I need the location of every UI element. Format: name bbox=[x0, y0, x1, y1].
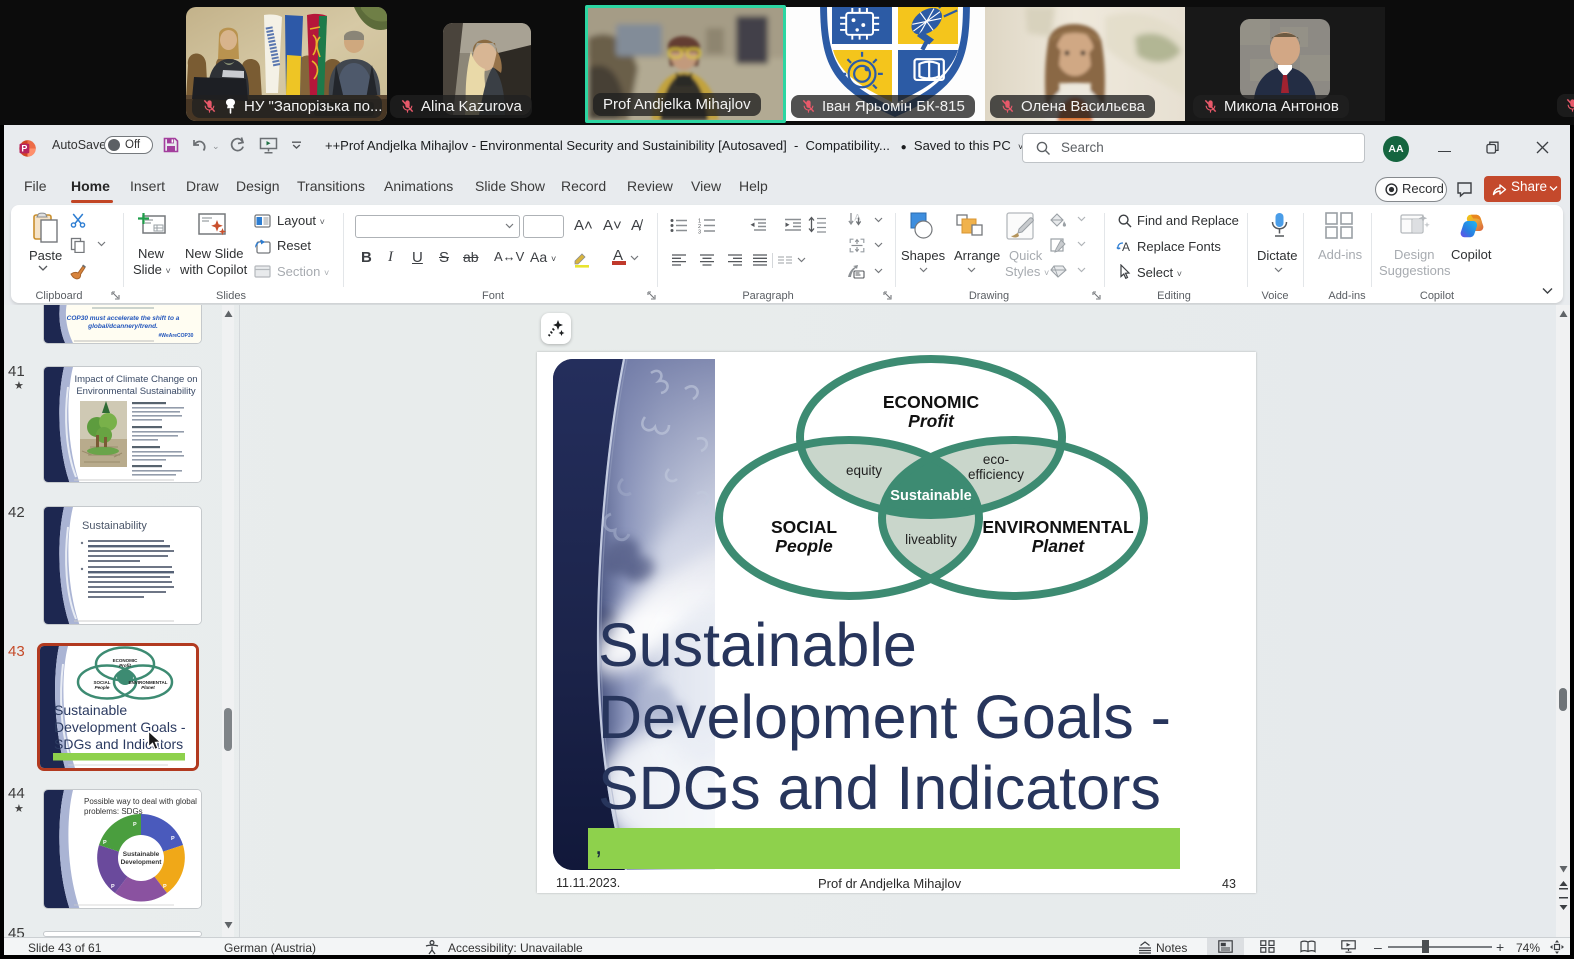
svg-text:efficiency: efficiency bbox=[968, 467, 1024, 482]
svg-text:P: P bbox=[21, 144, 27, 154]
svg-text:P: P bbox=[103, 840, 107, 846]
svg-text:SOCIAL: SOCIAL bbox=[771, 517, 837, 537]
svg-text:Sustainability: Sustainability bbox=[82, 520, 147, 532]
svg-text:P: P bbox=[163, 884, 167, 890]
svg-text:ENVIRONMENTAL: ENVIRONMENTAL bbox=[982, 517, 1134, 537]
svg-text:Profit: Profit bbox=[119, 663, 131, 668]
svg-text:Planet: Planet bbox=[1032, 536, 1086, 556]
svg-text:ECONOMIC: ECONOMIC bbox=[883, 392, 980, 412]
svg-text:equity: equity bbox=[846, 463, 882, 478]
svg-text:Planet: Planet bbox=[141, 685, 155, 690]
svg-text:liveablity: liveablity bbox=[905, 532, 957, 547]
svg-text:P: P bbox=[133, 822, 137, 828]
svg-text:P: P bbox=[111, 884, 115, 890]
svg-text:Possible way to deal with glob: Possible way to deal with global bbox=[84, 797, 197, 806]
svg-text:COP30 must accelerate the shif: COP30 must accelerate the shift to a bbox=[67, 315, 180, 322]
svg-text:P: P bbox=[171, 836, 175, 842]
svg-text:People: People bbox=[775, 536, 833, 556]
svg-text:Sustainable: Sustainable bbox=[123, 851, 160, 858]
svg-text:3: 3 bbox=[698, 230, 701, 235]
svg-text:Sustainable: Sustainable bbox=[890, 488, 971, 504]
svg-text:Sustainable: Sustainable bbox=[54, 702, 127, 718]
svg-text:Development: Development bbox=[121, 859, 163, 866]
svg-text:eco-: eco- bbox=[983, 452, 1009, 467]
svg-text:Development Goals -: Development Goals - bbox=[54, 719, 186, 735]
svg-text:People: People bbox=[95, 685, 110, 690]
svg-text:SDGs and Indicators: SDGs and Indicators bbox=[54, 736, 183, 752]
svg-text:Impact of Climate Change on: Impact of Climate Change on bbox=[74, 374, 197, 385]
svg-text:A: A bbox=[1122, 240, 1130, 254]
svg-text:#WeAreCOP30: #WeAreCOP30 bbox=[159, 333, 194, 339]
svg-text:Environmental Sustainability: Environmental Sustainability bbox=[76, 386, 196, 397]
svg-text:Profit: Profit bbox=[908, 411, 955, 431]
svg-text:global/dcannery/trend.: global/dcannery/trend. bbox=[87, 323, 158, 330]
